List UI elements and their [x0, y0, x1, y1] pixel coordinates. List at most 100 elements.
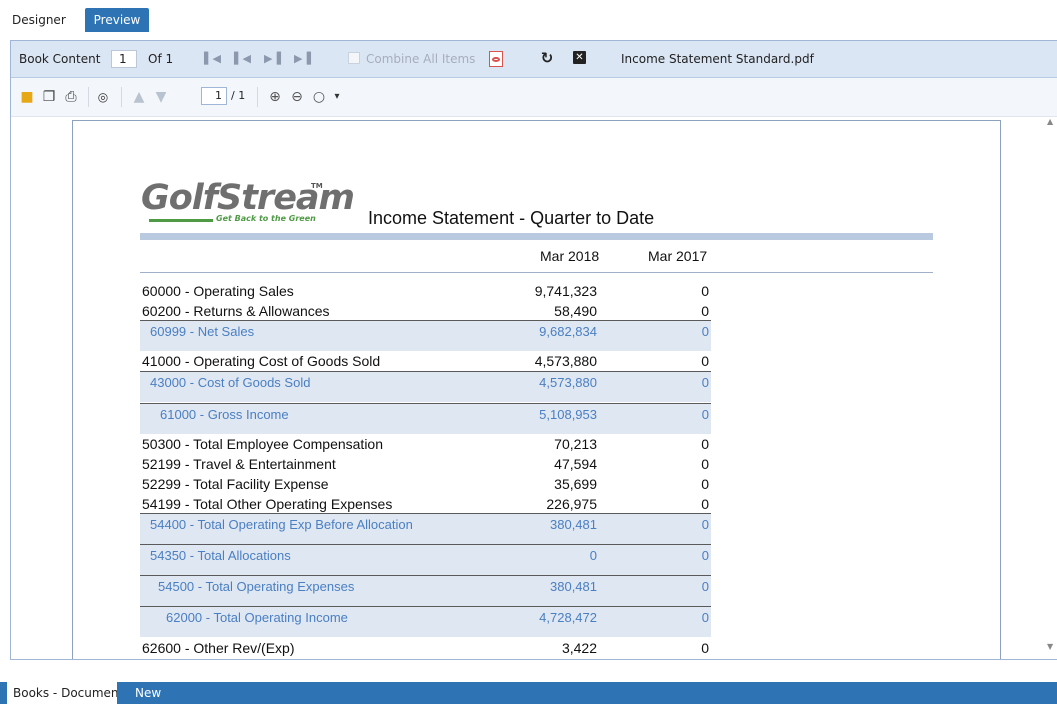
toolbar-divider — [121, 87, 122, 107]
toolbar-divider — [257, 87, 258, 107]
row-value-mar-2018: 9,682,834 — [539, 324, 597, 339]
golfstream-logo: GolfStream TM Get Back to the Green — [141, 178, 355, 228]
refresh-icon[interactable]: ↻ — [539, 50, 555, 66]
row-value-mar-2018: 5,108,953 — [539, 407, 597, 422]
combine-all-label: Combine All Items — [366, 52, 476, 66]
combine-all-checkbox[interactable] — [348, 52, 360, 64]
table-row: 52299 - Total Facility Expense 35,699 0 — [140, 474, 711, 494]
file-name: Income Statement Standard.pdf — [621, 52, 814, 66]
row-label: 61000 - Gross Income — [160, 407, 289, 422]
page-number-input[interactable]: 1 — [201, 87, 227, 105]
row-value-mar-2017: 0 — [701, 407, 709, 422]
row-label: 54199 - Total Other Operating Expenses — [142, 496, 393, 512]
logo-underline — [149, 219, 213, 222]
row-value-mar-2017: 0 — [701, 436, 709, 452]
table-row: 54199 - Total Other Operating Expenses 22… — [140, 494, 711, 514]
book-toolbar: Book Content 1 Of 1 ▌◀ ▌◀ ▶▐ ▶▐ Combine … — [11, 41, 1057, 78]
row-value-mar-2018: 58,490 — [554, 303, 597, 319]
row-label: 62600 - Other Rev/(Exp) — [142, 640, 295, 656]
row-label: 54400 - Total Operating Exp Before Alloc… — [150, 517, 413, 532]
find-icon[interactable]: ◎ — [95, 89, 111, 105]
row-label: 60200 - Returns & Allowances — [142, 303, 330, 319]
toolbar-divider — [88, 87, 89, 107]
row-value-mar-2017: 0 — [701, 610, 709, 625]
export-icon[interactable]: ❐ — [41, 89, 57, 105]
subtotal-row: 61000 - Gross Income 5,108,953 0 — [140, 403, 711, 434]
book-of-label: Of 1 — [148, 52, 174, 66]
table-row: 62600 - Other Rev/(Exp) 3,422 0 — [140, 638, 711, 658]
first-item-icon[interactable]: ▌◀ — [204, 52, 221, 66]
page-total: / 1 — [231, 89, 246, 102]
row-label: 60999 - Net Sales — [150, 324, 255, 339]
zoom-in-icon[interactable]: ⊕ — [267, 89, 283, 105]
subtotal-row: 54350 - Total Allocations 0 0 — [140, 544, 711, 575]
header-divider — [140, 272, 933, 273]
row-label: 62000 - Total Operating Income — [166, 610, 348, 625]
row-value-mar-2017: 0 — [701, 640, 709, 656]
table-row: 60000 - Operating Sales 9,741,323 0 — [140, 281, 711, 301]
row-value-mar-2018: 4,573,880 — [534, 353, 597, 369]
row-value-mar-2018: 35,699 — [554, 476, 597, 492]
logo-tagline: Get Back to the Green — [216, 214, 316, 223]
table-row: 50300 - Total Employee Compensation 70,21… — [140, 434, 711, 454]
mode-tabs: Designer Preview — [0, 0, 1057, 34]
vertical-scrollbar[interactable]: ▲ ▼ — [1044, 117, 1056, 651]
row-value-mar-2018: 380,481 — [550, 517, 597, 532]
row-label: 50300 - Total Employee Compensation — [142, 436, 384, 452]
row-label: 52199 - Travel & Entertainment — [142, 456, 336, 472]
report-viewport[interactable]: GolfStream TM Get Back to the Green Inco… — [11, 117, 1056, 659]
row-label: 54350 - Total Allocations — [150, 548, 291, 563]
row-value-mar-2018: 4,573,880 — [539, 375, 597, 390]
row-value-mar-2018: 380,481 — [550, 579, 597, 594]
row-value-mar-2018: 47,594 — [554, 456, 597, 472]
book-index-input[interactable]: 1 — [111, 50, 137, 68]
previous-page-icon[interactable]: ▲ — [131, 89, 147, 105]
book-content-label: Book Content — [19, 52, 101, 66]
tab-new[interactable]: New — [135, 682, 161, 704]
row-value-mar-2017: 0 — [701, 283, 709, 299]
scroll-up-icon[interactable]: ▲ — [1047, 117, 1053, 126]
column-header-mar-2017: Mar 2017 — [648, 248, 708, 264]
pdf-icon[interactable] — [489, 51, 503, 67]
row-label: 60000 - Operating Sales — [142, 283, 294, 299]
previous-item-icon[interactable]: ▌◀ — [234, 52, 251, 66]
open-folder-icon[interactable]: ■ — [19, 89, 35, 105]
row-value-mar-2017: 0 — [701, 375, 709, 390]
report-title: Income Statement - Quarter to Date — [368, 208, 655, 228]
row-value-mar-2018: 3,422 — [561, 640, 597, 656]
tab-books-document[interactable]: Books - Documen — [7, 682, 117, 704]
subtotal-row: 54500 - Total Operating Expenses 380,481 0 — [140, 575, 711, 606]
tab-designer[interactable]: Designer — [12, 8, 66, 32]
row-label: 43000 - Cost of Goods Sold — [150, 375, 311, 390]
subtotal-row: 43000 - Cost of Goods Sold 4,573,880 0 — [140, 371, 711, 402]
last-item-icon[interactable]: ▶▐ — [294, 52, 311, 66]
subtotal-row: 60999 - Net Sales 9,682,834 0 — [140, 320, 711, 351]
row-value-mar-2017: 0 — [701, 476, 709, 492]
tab-preview[interactable]: Preview — [85, 8, 149, 32]
preview-frame: Book Content 1 Of 1 ▌◀ ▌◀ ▶▐ ▶▐ Combine … — [10, 40, 1057, 660]
row-value-mar-2018: 226,975 — [546, 496, 597, 512]
subtotal-row: 54400 - Total Operating Exp Before Alloc… — [140, 513, 711, 544]
zoom-icon[interactable]: ○ — [311, 89, 327, 105]
print-icon[interactable]: ⎙ — [63, 89, 79, 105]
row-value-mar-2018: 9,741,323 — [534, 283, 597, 299]
next-page-icon[interactable]: ▼ — [153, 89, 169, 105]
row-value-mar-2017: 0 — [701, 496, 709, 512]
row-value-mar-2018: 4,728,472 — [539, 610, 597, 625]
viewer-toolbar: ■ ❐ ⎙ ◎ ▲ ▼ 1 / 1 ⊕ ⊖ ○ ▾ — [11, 78, 1057, 117]
report-page: GolfStream TM Get Back to the Green Inco… — [72, 120, 1001, 659]
title-bar — [140, 233, 933, 240]
row-value-mar-2017: 0 — [701, 353, 709, 369]
zoom-dropdown-icon[interactable]: ▾ — [329, 89, 345, 105]
row-value-mar-2017: 0 — [701, 548, 709, 563]
zoom-out-icon[interactable]: ⊖ — [289, 89, 305, 105]
row-label: 52299 - Total Facility Expense — [142, 476, 329, 492]
row-value-mar-2018: 70,213 — [554, 436, 597, 452]
scroll-down-icon[interactable]: ▼ — [1047, 642, 1053, 651]
table-row: 60200 - Returns & Allowances 58,490 0 — [140, 301, 711, 321]
row-value-mar-2017: 0 — [701, 303, 709, 319]
next-item-icon[interactable]: ▶▐ — [264, 52, 281, 66]
row-label: 54500 - Total Operating Expenses — [158, 579, 355, 594]
table-row: 52199 - Travel & Entertainment 47,594 0 — [140, 454, 711, 474]
close-icon[interactable]: ✕ — [573, 51, 586, 64]
